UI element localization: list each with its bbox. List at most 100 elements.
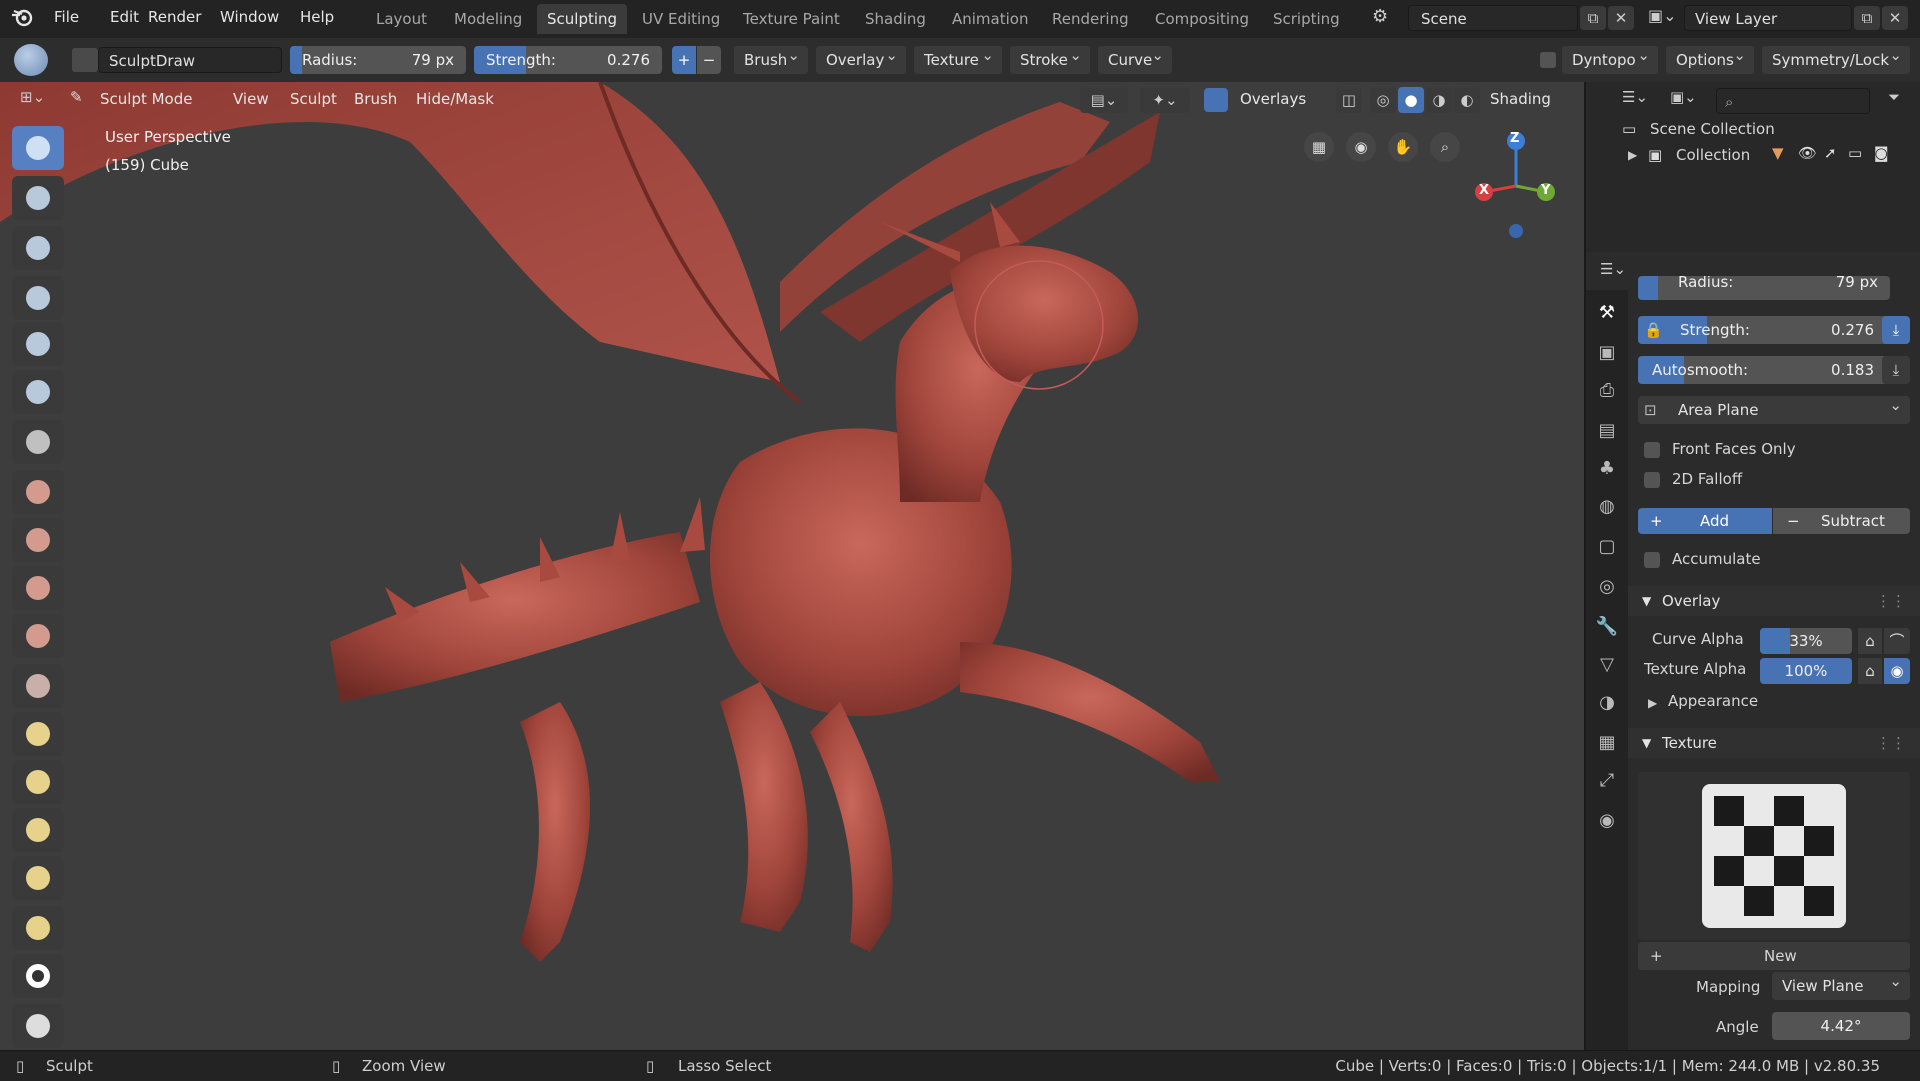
object-tab-icon[interactable]: ▢ [1594,534,1620,560]
subtract-button[interactable]: − Subtract [1773,508,1910,534]
outliner-editor-type-icon[interactable]: ☰⌄ [1622,88,1662,110]
pan-view-icon[interactable]: ✋ [1388,132,1418,162]
output-tab-icon[interactable]: ⎙ [1594,378,1620,404]
rotate-tool[interactable] [12,906,64,950]
render-tab-icon[interactable]: ▣ [1594,340,1620,366]
view-object-types-icon[interactable]: ▤⌄ [1080,87,1128,113]
overlay-section-header[interactable]: ▼ Overlay ⋮⋮ [1628,586,1920,616]
selectable-arrow-icon[interactable]: ➚ [1824,144,1837,162]
subtract-direction-button[interactable]: − [697,46,721,74]
expand-collection-icon[interactable]: ▶ [1628,148,1637,162]
shading-dropdown[interactable]: Shading [1490,82,1551,116]
tab-scripting[interactable]: Scripting [1263,4,1350,34]
symmetry-dropdown[interactable]: Symmetry/Lock [1762,41,1910,74]
new-texture-button[interactable]: + New [1638,942,1910,970]
crease-tool[interactable] [12,420,64,464]
menu-help[interactable]: Help [300,0,334,34]
stroke-dropdown[interactable]: Stroke [1010,41,1090,74]
particles-tab-icon[interactable]: ◉ [1594,808,1620,834]
blob-tool[interactable] [12,370,64,414]
add-button[interactable]: + Add [1638,508,1772,534]
viewport-display-icon[interactable]: ▭ [1848,144,1862,162]
brush-icon[interactable] [72,48,98,72]
menu-window[interactable]: Window [220,0,279,34]
scrape-tool[interactable] [12,614,64,658]
mask-tool[interactable] [12,954,64,998]
curve-alpha-slider[interactable]: 33% [1760,628,1852,654]
nudge-tool[interactable] [12,856,64,900]
lock-icon[interactable]: 🔒 [1644,316,1663,344]
flatten-tool[interactable] [12,518,64,562]
camera-view-icon[interactable]: ◉ [1346,132,1376,162]
accumulate-checkbox[interactable] [1644,552,1660,568]
add-direction-button[interactable]: + [672,46,696,74]
properties-editor-type-icon[interactable]: ☰⌄ [1600,260,1638,284]
smooth-tool[interactable] [12,470,64,514]
overlays-dropdown[interactable]: Overlays [1240,82,1306,116]
wireframe-shading-icon[interactable]: ◎ [1370,87,1396,113]
scene-tab-icon[interactable]: ♣ [1594,456,1620,482]
clay-strips-tool[interactable] [12,226,64,270]
blender-logo-icon[interactable] [10,5,34,29]
visibility-eye-icon[interactable]: 👁 [1798,144,1817,162]
filter-icon[interactable]: ⏷ [1888,88,1912,110]
brush-dropdown[interactable]: Brush [734,41,808,74]
tab-layout[interactable]: Layout [366,4,437,34]
close-scene-icon[interactable]: ✕ [1608,6,1634,30]
texture-section-header[interactable]: ▼ Texture ⋮⋮ [1628,728,1920,758]
options-dropdown[interactable]: Options [1666,41,1754,74]
snake-hook-tool[interactable] [12,760,64,804]
texture-alpha-slider[interactable]: 100% [1760,658,1852,684]
props-strength-slider[interactable]: 🔒 Strength: 0.276 [1638,316,1888,344]
texture-dropdown[interactable]: Texture [914,41,1002,74]
simplify-tool[interactable] [12,1004,64,1048]
constraint-tab-icon[interactable]: ⤢ [1594,768,1620,794]
modifier-tab-icon[interactable]: 🔧 [1594,614,1620,640]
active-tool-icon[interactable] [14,44,48,76]
tab-animation[interactable]: Animation [942,4,1038,34]
tab-uv-editing[interactable]: UV Editing [632,4,730,34]
rendered-shading-icon[interactable]: ◐ [1454,87,1480,113]
xray-toggle-icon[interactable]: ◫ [1336,87,1362,113]
material-shading-icon[interactable]: ◑ [1426,87,1452,113]
appearance-expand-icon[interactable]: ▶ [1648,696,1657,710]
menu-render[interactable]: Render [148,0,201,34]
tab-compositing[interactable]: Compositing [1145,4,1259,34]
3d-viewport[interactable] [0,82,1584,1050]
display-mode-icon[interactable]: ▣⌄ [1670,88,1710,110]
new-view-layer-icon[interactable]: ⧉ [1854,6,1880,30]
grid-view-icon[interactable]: ▦ [1304,132,1334,162]
outliner-search-input[interactable]: ⌕ [1716,88,1870,114]
data-tab-icon[interactable]: ▽ [1594,652,1620,678]
new-scene-icon[interactable]: ⧉ [1580,6,1606,30]
view-layer-icon[interactable]: ▣⌄ [1648,6,1680,30]
clay-tool[interactable] [12,176,64,220]
solid-shading-icon[interactable]: ● [1398,87,1424,113]
drag-handle-icon[interactable]: ⋮⋮ [1876,586,1906,616]
tab-sculpting[interactable]: Sculpting [537,4,628,34]
texture-alpha-eye-icon[interactable]: ◉ [1884,658,1910,684]
overlay-dropdown[interactable]: Overlay [816,41,906,74]
menu-file[interactable]: File [54,0,79,34]
menu-brush[interactable]: Brush [354,82,397,116]
collection-label[interactable]: Collection [1676,146,1750,164]
dyntopo-checkbox[interactable] [1540,52,1556,68]
close-view-layer-icon[interactable]: ✕ [1882,6,1908,30]
view-layer-tab-icon[interactable]: ▤ [1594,418,1620,444]
area-plane-dropdown[interactable]: Area Plane [1638,391,1910,424]
fill-tool[interactable] [12,566,64,610]
physics-tab-icon[interactable]: ◎ [1594,574,1620,600]
curve-dropdown[interactable]: Curve [1098,41,1172,74]
menu-edit[interactable]: Edit [110,0,139,34]
tab-modeling[interactable]: Modeling [444,4,532,34]
drag-handle-icon[interactable]: ⋮⋮ [1876,728,1906,758]
strength-slider[interactable]: Strength: 0.276 [474,46,662,74]
mode-dropdown[interactable]: Sculpt Mode [100,82,192,116]
strength-pressure-icon[interactable]: ⤓ [1882,316,1910,344]
mapping-dropdown[interactable]: View Plane [1772,967,1910,1000]
view-layer-field[interactable]: View Layer [1684,5,1852,31]
texture-alpha-override-icon[interactable]: ⌂ [1858,658,1882,684]
scene-field[interactable]: Scene [1408,5,1578,31]
dyntopo-dropdown[interactable]: Dyntopo [1562,41,1658,74]
grab-tool[interactable] [12,712,64,756]
